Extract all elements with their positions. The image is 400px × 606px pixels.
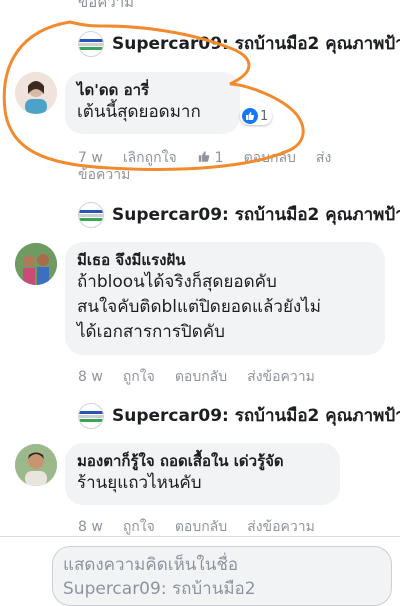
comment-input-placeholder: แสดงความคิดเห็นในชื่อ — [63, 555, 239, 575]
reply-link[interactable]: ตอบกลับ — [244, 147, 296, 169]
comment-bubble: มีเธอ จึงมีแรงฝัน ถ้าblooนได้จริงก็สุดยอ… — [65, 242, 385, 355]
thumbs-up-icon — [242, 108, 258, 124]
send-message-link[interactable]: ส่งข้อความ — [247, 516, 315, 538]
page-reply-row[interactable]: Supercar09: รถบ้านมือ2 คุณภาพป้า... — [78, 201, 400, 228]
comment-author[interactable]: มีเธอ จึงมีแรงฝัน — [77, 250, 373, 270]
send-message-link[interactable]: ส่ง — [316, 147, 331, 169]
unlike-link[interactable]: เลิกถูกใจ — [123, 147, 177, 169]
send-message-link-continued[interactable]: ข้อความ — [78, 164, 130, 186]
comment-bubble: ได'ดด อารี่ เต้นนี้สุดยอดมาก — [65, 72, 240, 134]
comment-text-line: ได้เอกสารการปิดคับ — [77, 322, 225, 342]
comment-text-line: ถ้าblooนได้จริงก็สุดยอดคับ — [77, 272, 277, 292]
comment-text: เต้นนี้สุดยอดมาก — [77, 102, 201, 122]
page-logo-icon — [78, 30, 104, 57]
comment-actions: 8 w ถูกใจ ตอบกลับ ส่งข้อความ — [78, 516, 335, 538]
avatar[interactable] — [15, 444, 57, 486]
previous-comment-send-message-link[interactable]: ข้อความ — [78, 0, 134, 14]
page-name[interactable]: Supercar09: รถบ้านมือ2 คุณภาพป้า... — [112, 30, 400, 57]
avatar[interactable] — [15, 72, 57, 114]
comment-timestamp[interactable]: 8 w — [78, 369, 103, 385]
like-link[interactable]: ถูกใจ — [123, 366, 155, 388]
comment-composer: แสดงความคิดเห็นในชื่อ Supercar09: รถบ้าน… — [0, 536, 400, 606]
like-link[interactable]: ถูกใจ — [123, 516, 155, 538]
avatar[interactable] — [15, 243, 57, 285]
page-reply-row[interactable]: Supercar09: รถบ้านมือ2 คุณภาพป้า... — [78, 402, 400, 429]
reply-link[interactable]: ตอบกลับ — [175, 516, 227, 538]
comment-text-line: สนใจคับติดblแต่ปิดยอดแล้วยังไม่ — [77, 297, 321, 317]
page-logo-icon — [78, 402, 104, 429]
comment-input-placeholder-page: Supercar09: รถบ้านมือ2 — [63, 579, 256, 599]
like-count: 1 — [214, 150, 224, 166]
comment-author[interactable]: ได'ดด อารี่ — [77, 80, 228, 100]
comment-timestamp[interactable]: 8 w — [78, 519, 103, 535]
comment-author[interactable]: มองตาก็รู้ใจ ถอดเสื้อใน เด่วรู้จัด — [77, 451, 328, 471]
reaction-count-badge[interactable]: 1 — [240, 107, 273, 125]
comment-input[interactable]: แสดงความคิดเห็นในชื่อ Supercar09: รถบ้าน… — [52, 546, 392, 606]
page-reply-row[interactable]: Supercar09: รถบ้านมือ2 คุณภาพป้า... — [78, 30, 400, 57]
reply-link[interactable]: ตอบกลับ — [175, 366, 227, 388]
page-name[interactable]: Supercar09: รถบ้านมือ2 คุณภาพป้า... — [112, 201, 400, 228]
page-name[interactable]: Supercar09: รถบ้านมือ2 คุณภาพป้า... — [112, 402, 400, 429]
comment-bubble: มองตาก็รู้ใจ ถอดเสื้อใน เด่วรู้จัด ร้านย… — [65, 443, 340, 505]
page-logo-icon — [78, 201, 104, 228]
send-message-link[interactable]: ส่งข้อความ — [247, 366, 315, 388]
reaction-count: 1 — [260, 108, 269, 124]
thumbs-up-icon — [197, 150, 211, 166]
comment-text: ร้านยุแถวไหนคับ — [77, 473, 202, 493]
comment-actions: 8 w ถูกใจ ตอบกลับ ส่งข้อความ — [78, 366, 335, 388]
